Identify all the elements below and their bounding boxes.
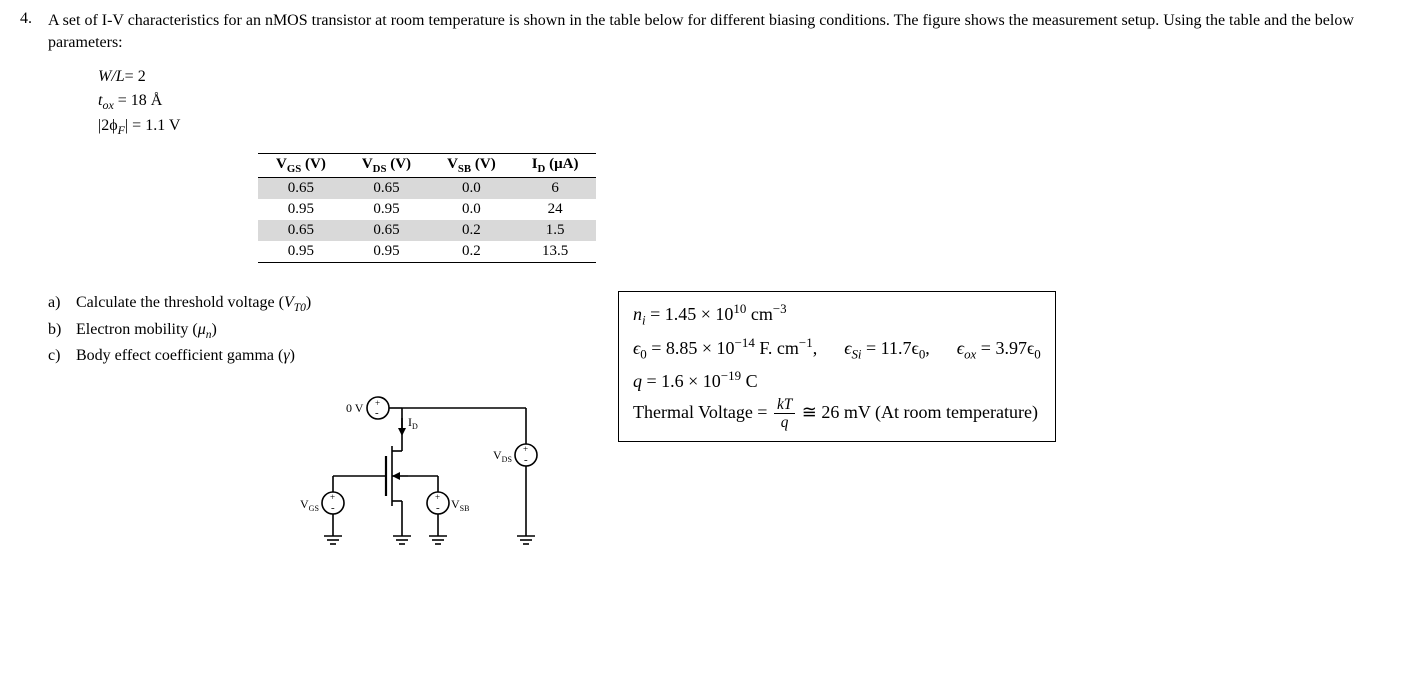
svg-text:-: - (436, 502, 440, 514)
table-cell: 1.5 (514, 220, 597, 241)
problem-4: 4. A set of I-V characteristics for an n… (20, 10, 1391, 591)
col-header-vds: VDS (V) (344, 154, 429, 178)
table-cell: 0.0 (429, 199, 514, 220)
svg-text:+: + (435, 492, 440, 502)
table-cell: 0.2 (429, 241, 514, 263)
col-header-id: ID (μA) (514, 154, 597, 178)
subq-c: c) Body effect coefficient gamma (γ) (48, 344, 608, 368)
table-cell: 0.65 (258, 178, 344, 200)
table-cell: 0.65 (344, 220, 429, 241)
svg-text:-: - (375, 407, 379, 419)
table-row: 0.650.650.06 (258, 178, 596, 200)
question-body: A set of I-V characteristics for an nMOS… (48, 10, 1391, 591)
const-thermal: Thermal Voltage = kTq ≅ 26 mV (At room t… (633, 397, 1041, 431)
svg-text:-: - (331, 502, 335, 514)
question-number: 4. (20, 10, 48, 28)
svg-text:+: + (523, 444, 528, 454)
table-row: 0.950.950.024 (258, 199, 596, 220)
label-vsb: VSB (451, 497, 469, 513)
label-0v: 0 V (346, 401, 364, 415)
circuit-schematic: + - (268, 386, 608, 591)
label-vds: VDS (493, 448, 512, 464)
label-vgs: VGS (300, 497, 319, 513)
table-cell: 0.2 (429, 220, 514, 241)
col-header-vgs: VGS (V) (258, 154, 344, 178)
param-2phif: |2ϕF| = 1.1 V (98, 114, 1391, 139)
table-cell: 0.0 (429, 178, 514, 200)
table-cell: 0.65 (344, 178, 429, 200)
table-cell: 0.65 (258, 220, 344, 241)
subq-b: b) Electron mobility (μn) (48, 318, 608, 344)
param-tox: tox = 18 Å (98, 89, 1391, 114)
param-w-over-l: W/L= 2 (98, 65, 1391, 89)
table-cell: 6 (514, 178, 597, 200)
iv-data-table: VGS (V) VDS (V) VSB (V) ID (μA) 0.650.65… (258, 153, 596, 263)
table-row: 0.950.950.213.5 (258, 241, 596, 263)
svg-text:+: + (330, 492, 335, 502)
intro-text: A set of I-V characteristics for an nMOS… (48, 10, 1391, 55)
const-ni: ni = 1.45 × 1010 cm−3 (633, 298, 1041, 332)
const-q: qq = 1.6 × 10 = 1.6 × 10−19 C (633, 365, 1041, 397)
table-cell: 24 (514, 199, 597, 220)
parameter-block: W/L= 2 tox = 18 Å |2ϕF| = 1.1 V (98, 65, 1391, 139)
svg-text:-: - (524, 454, 528, 466)
table-cell: 0.95 (258, 241, 344, 263)
constants-box: ni = 1.45 × 1010 cm−3 ϵ0 = 8.85 × 10−14 … (618, 291, 1056, 441)
table-row: 0.650.650.21.5 (258, 220, 596, 241)
table-cell: 0.95 (344, 241, 429, 263)
table-cell: 0.95 (344, 199, 429, 220)
table-cell: 13.5 (514, 241, 597, 263)
table-header-row: VGS (V) VDS (V) VSB (V) ID (μA) (258, 154, 596, 178)
col-header-vsb: VSB (V) (429, 154, 514, 178)
label-id: ID (408, 415, 418, 431)
subq-a: a) Calculate the threshold voltage (VT0) (48, 291, 608, 317)
table-cell: 0.95 (258, 199, 344, 220)
sub-questions: a) Calculate the threshold voltage (VT0)… (48, 291, 608, 591)
const-eps: ϵ0 = 8.85 × 10−14 F. cm−1, ϵSi = 11.7ϵ0,… (633, 332, 1041, 366)
